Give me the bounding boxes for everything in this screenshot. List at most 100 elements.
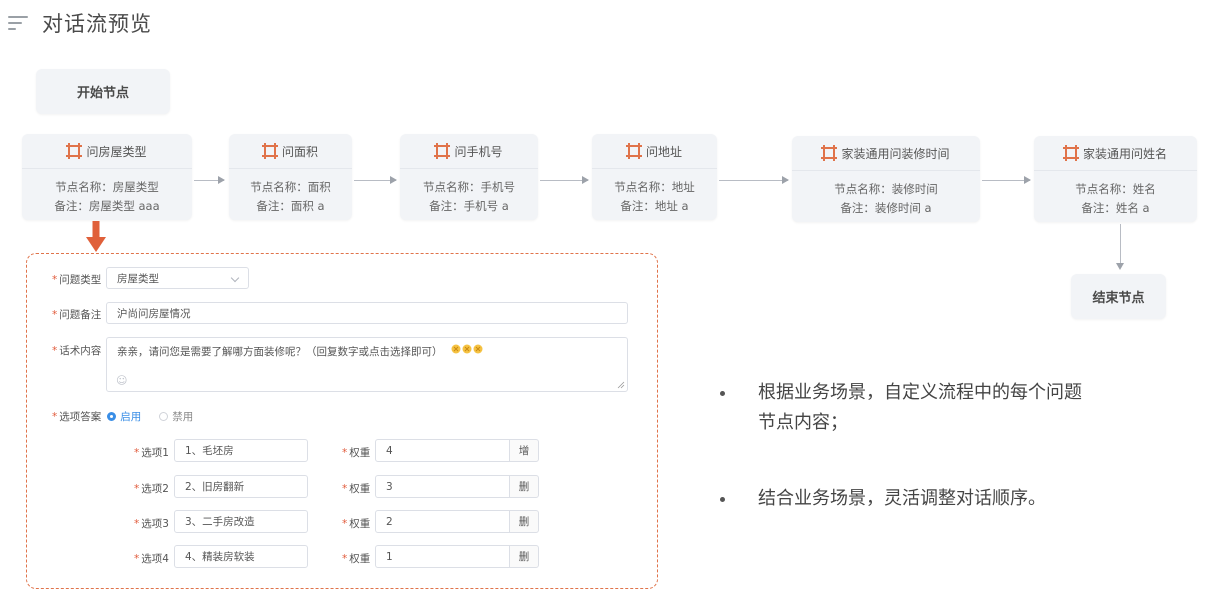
flow-node-title: 问手机号 bbox=[454, 144, 503, 159]
option-label: 选项2 bbox=[141, 483, 169, 495]
connector-arrow bbox=[540, 176, 589, 184]
delete-option-label: 删 bbox=[518, 516, 530, 528]
list-item-text: 结合业务场景，灵活调整对话顺序。 bbox=[758, 488, 1046, 509]
flow-node-name: 节点名称：地址 bbox=[614, 180, 695, 194]
bullet-dot bbox=[720, 391, 725, 396]
weight-row-label: * 权重 bbox=[342, 552, 371, 566]
delete-option-button[interactable]: 删 bbox=[509, 510, 539, 533]
option-input[interactable]: 3、二手房改造 bbox=[174, 510, 308, 533]
flow-node-title: 家装通用问装修时间 bbox=[841, 146, 950, 161]
weight-value: 1 bbox=[386, 550, 393, 563]
script-content-label: 话术内容 bbox=[59, 345, 102, 357]
end-node-label: 结束节点 bbox=[1092, 291, 1145, 306]
script-content-textarea[interactable]: 亲亲，请问您是需要了解哪方面装修呢？（回复数字或点击选择即可） ☺ bbox=[106, 337, 628, 392]
radio-checked-icon bbox=[107, 412, 117, 421]
node-frame-icon bbox=[625, 143, 642, 159]
option-row-label: * 选项4 bbox=[134, 552, 169, 566]
weight-input[interactable]: 1 bbox=[375, 545, 510, 568]
flow-node-3[interactable]: 问手机号 节点名称：手机号 备注：手机号 a bbox=[400, 134, 538, 220]
option-label: 选项1 bbox=[141, 447, 169, 459]
question-note-input[interactable]: 沪尚问房屋情况 bbox=[106, 302, 628, 324]
connector-arrow bbox=[982, 176, 1031, 184]
flow-node-name: 节点名称：姓名 bbox=[1075, 182, 1156, 196]
add-option-label: 增 bbox=[518, 445, 530, 457]
enable-radio-label: 启用 bbox=[120, 411, 142, 423]
option-input[interactable]: 1、毛坯房 bbox=[174, 439, 308, 462]
question-type-value: 房屋类型 bbox=[117, 272, 159, 285]
flow-node-note: 备注：装修时间 a bbox=[840, 201, 932, 215]
flow-node-name: 节点名称：手机号 bbox=[423, 180, 515, 194]
option-label: 选项4 bbox=[141, 553, 169, 565]
bullet-dot bbox=[720, 497, 725, 502]
node-frame-icon bbox=[434, 143, 451, 159]
option-value: 1、毛坯房 bbox=[185, 445, 234, 457]
connector-arrow bbox=[194, 176, 225, 184]
weight-value: 2 bbox=[386, 515, 393, 528]
add-option-button[interactable]: 增 bbox=[509, 439, 539, 462]
flow-node-6[interactable]: 家装通用问姓名 节点名称：姓名 备注：姓名 a bbox=[1034, 136, 1197, 222]
list-item-text: 根据业务场景，自定义流程中的每个问题 bbox=[758, 382, 1082, 403]
flow-node-note: 备注：地址 a bbox=[620, 199, 689, 213]
option-input[interactable]: 2、旧房翻新 bbox=[174, 475, 308, 498]
start-node[interactable]: 开始节点 bbox=[36, 69, 170, 114]
weight-label: 权重 bbox=[349, 447, 371, 459]
option-row-label: * 选项2 bbox=[134, 482, 169, 496]
weight-value: 3 bbox=[386, 480, 393, 493]
option-row-label: * 选项1 bbox=[134, 446, 169, 460]
weight-label: 权重 bbox=[349, 518, 371, 530]
node-frame-icon bbox=[821, 145, 838, 161]
list-item: 根据业务场景，自定义流程中的每个问题 节点内容； bbox=[720, 378, 1190, 438]
node-frame-icon bbox=[261, 143, 278, 159]
weight-input[interactable]: 2 bbox=[375, 510, 510, 533]
weight-row-label: * 权重 bbox=[342, 482, 371, 496]
weight-input[interactable]: 4 bbox=[375, 439, 510, 462]
list-item: 结合业务场景，灵活调整对话顺序。 bbox=[720, 484, 1190, 514]
connector-arrow bbox=[719, 176, 789, 184]
flow-node-note: 备注：面积 a bbox=[256, 199, 325, 213]
answer-options-label: 选项答案 bbox=[59, 411, 102, 423]
flow-node-name: 节点名称：装修时间 bbox=[834, 182, 938, 196]
flow-node-2[interactable]: 问面积 节点名称：面积 备注：面积 a bbox=[229, 134, 352, 220]
weight-input[interactable]: 3 bbox=[375, 475, 510, 498]
connector-arrow bbox=[1116, 224, 1124, 270]
delete-option-button[interactable]: 删 bbox=[509, 475, 539, 498]
end-node[interactable]: 结束节点 bbox=[1071, 274, 1166, 319]
node-frame-icon bbox=[66, 143, 83, 159]
flow-node-title: 问面积 bbox=[281, 144, 318, 159]
flow-node-5[interactable]: 家装通用问装修时间 节点名称：装修时间 备注：装修时间 a bbox=[792, 136, 980, 222]
resize-handle-icon[interactable] bbox=[617, 381, 625, 389]
delete-option-button[interactable]: 删 bbox=[509, 545, 539, 568]
chevron-down-icon bbox=[230, 273, 240, 283]
page-title: 对话流预览 bbox=[42, 12, 152, 36]
question-note-label: 问题备注 bbox=[59, 309, 102, 321]
weight-row-label: * 权重 bbox=[342, 446, 371, 460]
node-frame-icon bbox=[1062, 145, 1079, 161]
flow-node-note: 备注：姓名 a bbox=[1081, 201, 1150, 215]
script-content-value: 亲亲，请问您是需要了解哪方面装修呢？（回复数字或点击选择即可） bbox=[117, 346, 443, 358]
menu-icon[interactable] bbox=[8, 14, 30, 32]
question-note-value: 沪尚问房屋情况 bbox=[117, 307, 191, 320]
weight-value: 4 bbox=[386, 444, 393, 457]
disable-radio[interactable]: 禁用 bbox=[159, 409, 193, 424]
enable-radio[interactable]: 启用 bbox=[107, 409, 141, 424]
start-node-label: 开始节点 bbox=[76, 86, 129, 101]
page-header: 对话流预览 bbox=[8, 8, 152, 38]
flow-node-name: 节点名称：面积 bbox=[250, 180, 331, 194]
answer-options-row: * 选项答案 启用 禁用 bbox=[52, 409, 194, 424]
down-arrow-icon bbox=[86, 221, 106, 252]
weight-label: 权重 bbox=[349, 553, 371, 565]
question-type-select[interactable]: 房屋类型 bbox=[106, 267, 249, 289]
question-type-label: 问题类型 bbox=[59, 274, 102, 286]
emoji-icon[interactable]: ☺ bbox=[116, 374, 127, 387]
option-value: 4、精装房软装 bbox=[185, 551, 255, 563]
weight-label: 权重 bbox=[349, 483, 371, 495]
hand-point-emoji-icon bbox=[451, 344, 483, 354]
flow-node-4[interactable]: 问地址 节点名称：地址 备注：地址 a bbox=[592, 134, 717, 220]
flow-node-title: 问地址 bbox=[645, 144, 682, 159]
connector-arrow bbox=[354, 176, 397, 184]
flow-node-title: 家装通用问姓名 bbox=[1082, 146, 1167, 161]
option-input[interactable]: 4、精装房软装 bbox=[174, 545, 308, 568]
flow-node-note: 备注：手机号 a bbox=[429, 199, 509, 213]
disable-radio-label: 禁用 bbox=[172, 411, 194, 423]
flow-node-1[interactable]: 问房屋类型 节点名称：房屋类型 备注：房屋类型 aaa bbox=[22, 134, 192, 220]
